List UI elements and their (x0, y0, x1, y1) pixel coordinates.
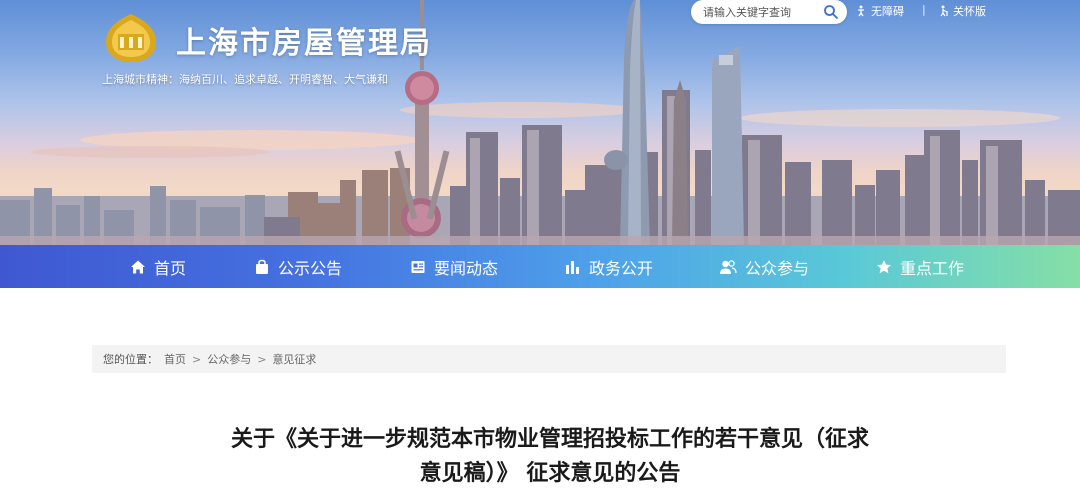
accessibility-link[interactable]: 无障碍 (855, 3, 904, 19)
nav-label: 政务公开 (589, 258, 654, 278)
breadcrumb-separator: > (257, 352, 267, 366)
article-title-line-1: 关于《关于进一步规范本市物业管理招投标工作的若干意见（征求 (230, 427, 869, 452)
bar-chart-icon (566, 260, 579, 274)
nav-item-gov-affairs[interactable]: 政务公开 (565, 245, 653, 288)
search-input[interactable] (703, 3, 821, 21)
city-slogan: 上海城市精神：海纳百川、追求卓越、开明睿智、大气谦和 (102, 73, 388, 86)
site-title[interactable]: 上海市房屋管理局 (176, 18, 432, 62)
breadcrumb-item-public-participation[interactable]: 公众参与 (207, 351, 251, 367)
nav-item-announcements[interactable]: 公示公告 (254, 245, 342, 288)
elderly-mode-label: 关怀版 (953, 5, 986, 18)
nav-label: 要闻动态 (434, 258, 499, 278)
elderly-icon (940, 5, 948, 17)
emblem-icon (106, 14, 156, 62)
search-icon (824, 5, 838, 19)
nav-label: 公众参与 (745, 258, 810, 278)
home-icon (131, 260, 145, 273)
breadcrumb-item-home[interactable]: 首页 (164, 351, 186, 367)
news-icon (411, 260, 425, 273)
breadcrumb-separator: > (192, 352, 202, 366)
article-title: 关于《关于进一步规范本市物业管理招投标工作的若干意见（征求 意见稿）》 征求意见… (170, 423, 930, 491)
city-skyline-image (0, 0, 1080, 245)
accessibility-icon (858, 5, 864, 17)
star-icon (877, 259, 891, 273)
accessibility-label: 无障碍 (871, 5, 904, 18)
nav-label: 公示公告 (278, 258, 343, 278)
nav-label: 首页 (154, 258, 187, 278)
nav-item-public-participation[interactable]: 公众参与 (719, 245, 809, 288)
search-button[interactable] (823, 4, 839, 20)
breadcrumb-label: 您的位置： (103, 353, 158, 366)
bag-icon (256, 259, 268, 274)
search-box (691, 0, 847, 24)
nav-item-key-work[interactable]: 重点工作 (876, 245, 964, 288)
breadcrumb: 您的位置： 首页 > 公众参与 > 意见征求 (92, 345, 1006, 373)
users-icon (720, 259, 737, 274)
elderly-mode-link[interactable]: 关怀版 (939, 3, 986, 19)
nav-item-news[interactable]: 要闻动态 (410, 245, 498, 288)
main-nav: 首页 公示公告 要闻动态 政务公开 公众参与 重点工作 (0, 245, 1080, 288)
article-title-line-2: 意见稿）》 征求意见的公告 (419, 461, 681, 486)
nav-label: 重点工作 (900, 258, 965, 278)
top-links-divider: | (922, 3, 926, 16)
nav-item-home[interactable]: 首页 (130, 245, 186, 288)
site-logo[interactable] (104, 12, 158, 64)
breadcrumb-item-consultation[interactable]: 意见征求 (272, 351, 316, 367)
header-banner: 上海市房屋管理局 上海城市精神：海纳百川、追求卓越、开明睿智、大气谦和 无障碍 … (0, 0, 1080, 245)
